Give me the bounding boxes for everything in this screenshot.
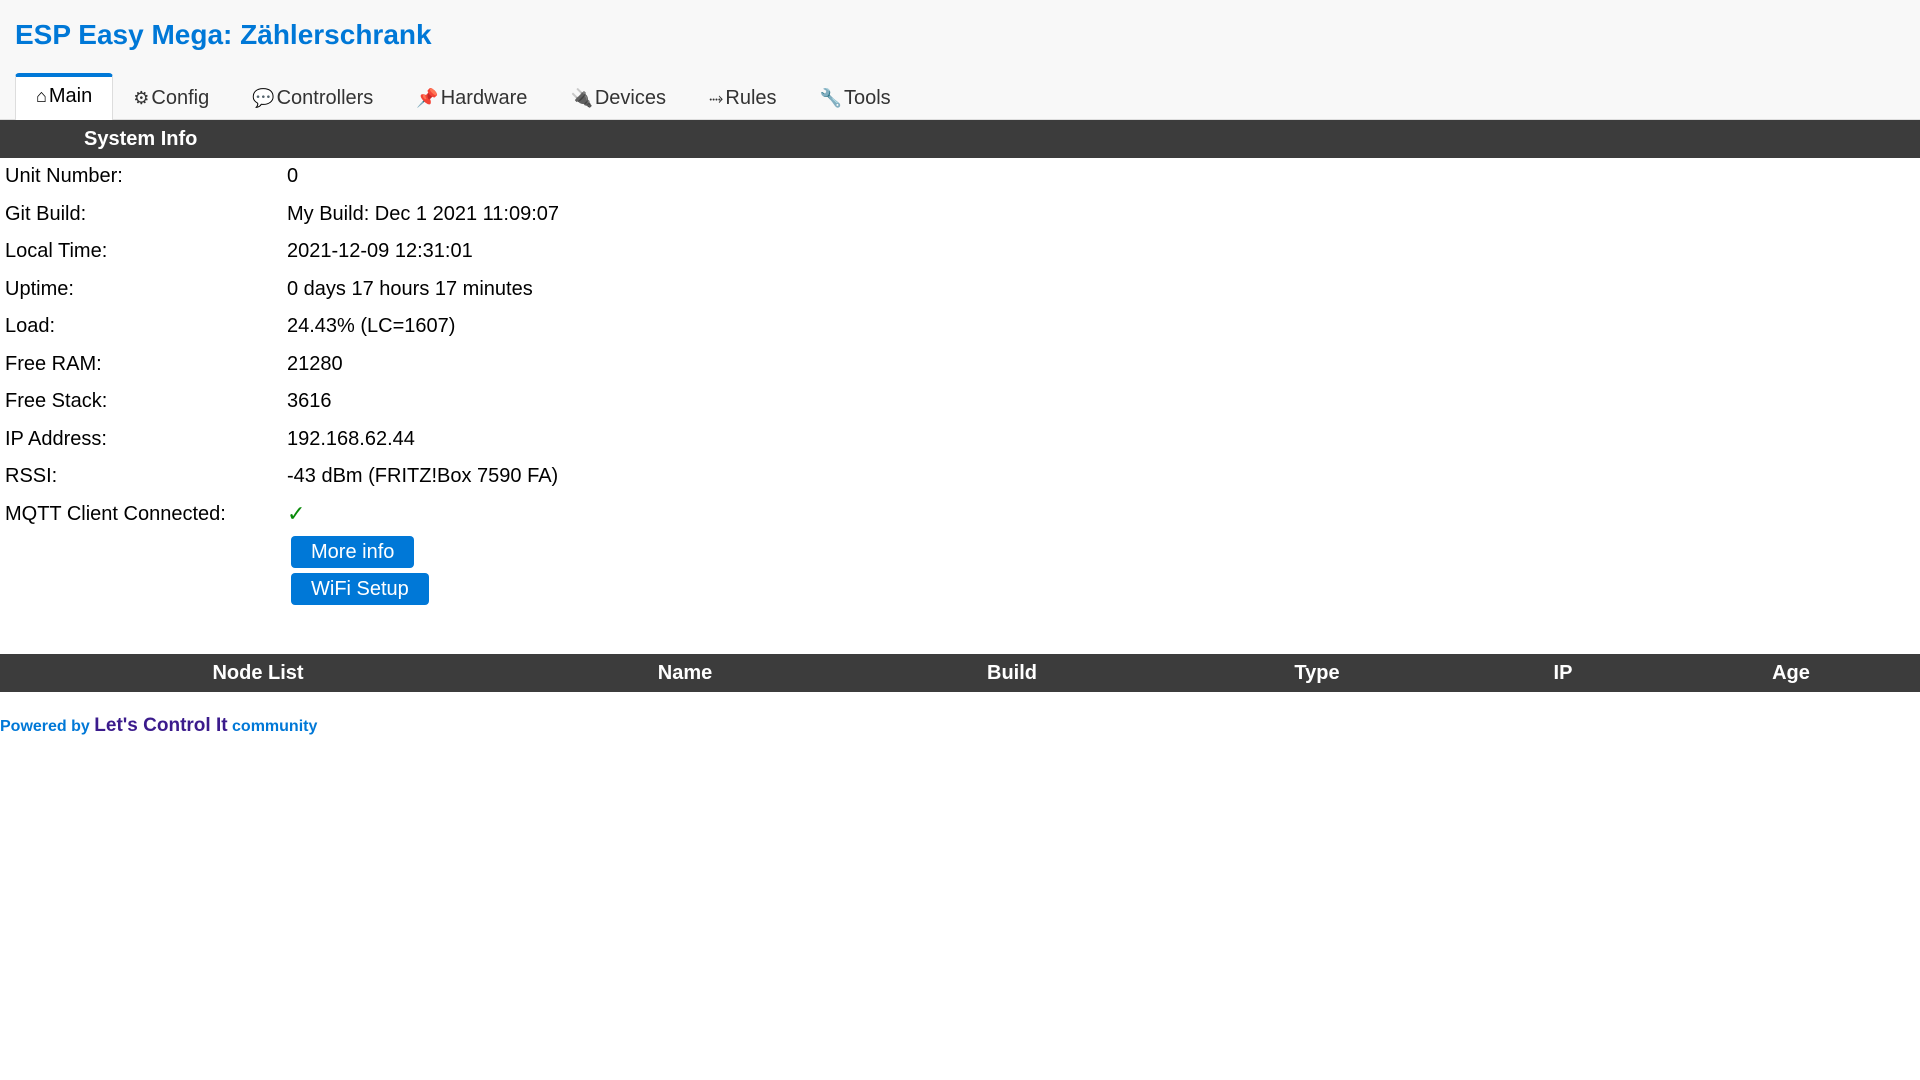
pushpin-icon: 📌: [416, 87, 439, 108]
info-value: 3616: [287, 390, 332, 413]
tab-label: Hardware: [440, 86, 528, 109]
info-row-rssi: RSSI: -43 dBm (FRITZ!Box 7590 FA): [5, 458, 559, 496]
info-value: 21280: [287, 352, 343, 375]
checkmark-icon: ✓: [287, 501, 306, 527]
column-age: Age: [1772, 662, 1810, 684]
column-node-list: Node List: [212, 662, 304, 684]
tab-controllers[interactable]: 💬 Controllers: [232, 76, 396, 120]
system-info-header: System Info: [0, 120, 1920, 158]
more-info-wrap: More info: [291, 536, 415, 568]
tab-main[interactable]: ⌂ Main: [15, 73, 114, 121]
info-value: 24.43% (LC=1607): [287, 315, 456, 338]
footer: Powered by Let's Control It community: [0, 715, 317, 737]
info-row-free-stack: Free Stack: 3616: [5, 383, 559, 421]
tab-label: Main: [48, 85, 93, 107]
tab-label: Tools: [843, 86, 891, 109]
footer-suffix: community: [232, 718, 318, 735]
speech-bubble-icon: 💬: [252, 87, 275, 108]
tab-hardware[interactable]: 📌 Hardware: [396, 76, 550, 120]
info-key: Local Time:: [5, 240, 108, 263]
info-key: Free Stack:: [5, 390, 108, 413]
info-key: RSSI:: [5, 465, 58, 488]
tab-label: Rules: [725, 86, 777, 109]
info-value: 2021-12-09 12:31:01: [287, 240, 473, 263]
info-row-free-ram: Free RAM: 21280: [5, 346, 559, 384]
system-info-title: System Info: [84, 127, 198, 150]
info-key: IP Address:: [5, 427, 107, 450]
tab-label: Controllers: [276, 86, 374, 109]
info-row-git-build: Git Build: My Build: Dec 1 2021 11:09:07: [5, 196, 559, 234]
system-info-table: Unit Number: 0 Git Build: My Build: Dec …: [5, 158, 559, 533]
column-build: Build: [987, 662, 1037, 684]
plug-icon: 🔌: [570, 87, 593, 108]
tab-config[interactable]: ⚙ Config: [113, 76, 232, 120]
wifi-setup-button[interactable]: WiFi Setup: [291, 573, 429, 605]
gear-icon: ⚙: [133, 87, 150, 108]
tab-devices[interactable]: 🔌 Devices: [550, 76, 689, 120]
info-value: 0 days 17 hours 17 minutes: [287, 277, 533, 300]
info-row-local-time: Local Time: 2021-12-09 12:31:01: [5, 233, 559, 271]
column-ip: IP: [1553, 662, 1573, 684]
info-value: -43 dBm (FRITZ!Box 7590 FA): [287, 465, 559, 488]
info-row-ip-address: IP Address: 192.168.62.44: [5, 421, 559, 459]
info-row-mqtt-connected: MQTT Client Connected: ✓: [5, 496, 559, 534]
column-type: Type: [1294, 662, 1340, 684]
info-key: Free RAM:: [5, 352, 102, 375]
info-row-uptime: Uptime: 0 days 17 hours 17 minutes: [5, 271, 559, 309]
tab-tools[interactable]: 🔧 Tools: [800, 76, 914, 120]
info-value: My Build: Dec 1 2021 11:09:07: [287, 202, 560, 225]
tab-label: Config: [151, 86, 210, 109]
info-key: Git Build:: [5, 202, 87, 225]
info-key: Load:: [5, 315, 56, 338]
info-row-load: Load: 24.43% (LC=1607): [5, 308, 559, 346]
arrow-right-icon: ⤑: [709, 87, 724, 108]
column-name: Name: [657, 662, 713, 684]
node-list-header: Node List Name Build Type IP Age: [0, 654, 1920, 692]
home-icon: ⌂: [36, 86, 47, 106]
page-title: ESP Easy Mega: Zählerschrank: [15, 19, 432, 50]
info-value: 192.168.62.44: [287, 427, 415, 450]
more-info-button[interactable]: More info: [291, 536, 415, 568]
header: ESP Easy Mega: Zählerschrank ⌂ Main ⚙ Co…: [0, 0, 1920, 121]
wrench-icon: 🔧: [819, 87, 842, 108]
info-value: 0: [287, 165, 299, 188]
wifi-setup-wrap: WiFi Setup: [291, 573, 429, 605]
info-key: Unit Number:: [5, 165, 123, 188]
footer-link[interactable]: Let's Control It: [94, 715, 227, 736]
info-row-unit-number: Unit Number: 0: [5, 158, 559, 196]
tab-rules[interactable]: ⤑ Rules: [689, 76, 800, 120]
tab-bar: ⌂ Main ⚙ Config 💬 Controllers 📌 Hardware…: [15, 68, 914, 121]
tab-label: Devices: [594, 86, 666, 109]
footer-prefix: Powered by: [0, 718, 90, 735]
info-key: MQTT Client Connected:: [5, 502, 226, 525]
info-key: Uptime:: [5, 277, 74, 300]
